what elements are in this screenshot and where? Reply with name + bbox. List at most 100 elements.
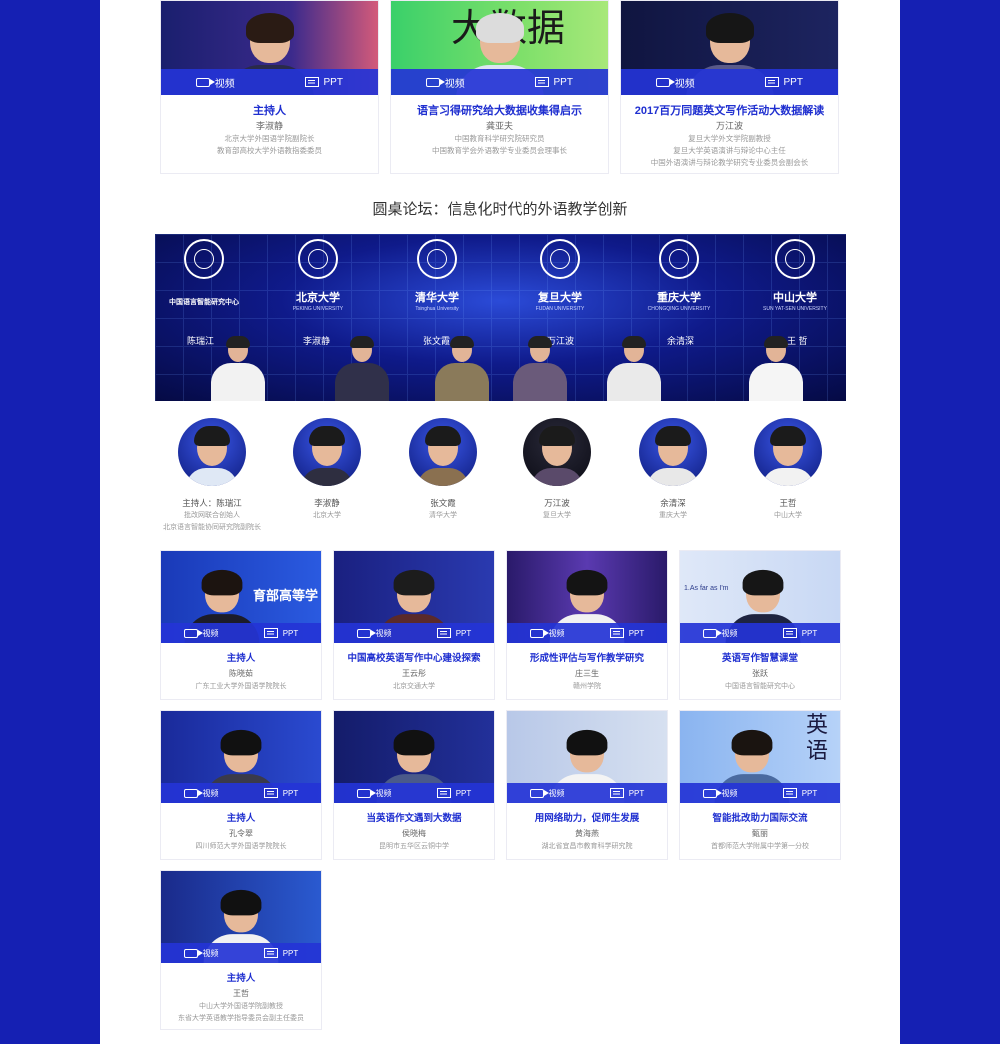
panelist-profile[interactable]: 万江波 复旦大学 xyxy=(502,418,612,522)
panelist-profile[interactable]: 张文霞 清华大学 xyxy=(388,418,498,522)
talk-title[interactable]: 中国高校英语写作中心建设探索 xyxy=(334,651,494,667)
panelist-name: 万江波 xyxy=(544,498,570,508)
talk-card[interactable]: 英 语 视频 PPT 智能批改助力国际交流 甄丽 首都师范大学附属中学第一分校 xyxy=(679,710,841,860)
media-bar: 视频 PPT xyxy=(161,943,321,963)
talk-title[interactable]: 主持人 xyxy=(161,651,321,667)
ppt-button[interactable]: PPT xyxy=(414,788,494,798)
talk-card[interactable]: 大数据 视频 PPT 语言习得研究给大数据收集得启示 龚亚夫 中国教育科学研究院… xyxy=(390,0,609,174)
talk-card[interactable]: 视频 PPT 用网络助力，促师生发展 黄海燕 湖北省宜昌市教育科学研究院 xyxy=(506,710,668,860)
ppt-button[interactable]: PPT xyxy=(760,788,840,798)
panelist-figure xyxy=(435,336,489,401)
talk-title[interactable]: 语言习得研究给大数据收集得启示 xyxy=(391,103,608,119)
video-button[interactable]: 视频 xyxy=(161,948,241,959)
talk-card[interactable]: 1.As far as I'm 视频 PPT 英语写作智慧课堂 张跃 中国语言智… xyxy=(679,550,841,700)
talk-card[interactable]: 育部高等学 视频 PPT 主持人 陈晓茹 广东工业大学外国语学院院长 xyxy=(160,550,322,700)
video-icon xyxy=(702,628,722,638)
speaker-desc: 昆明市五华区云铜中学 xyxy=(379,843,449,850)
talk-title[interactable]: 2017百万同题英文写作活动大数据解读 xyxy=(621,103,838,119)
video-button[interactable]: 视频 xyxy=(507,788,587,799)
ppt-button[interactable]: PPT xyxy=(270,77,379,88)
talk-title[interactable]: 英语写作智慧课堂 xyxy=(680,651,840,667)
panelist-desc: 重庆大学 xyxy=(659,512,687,519)
talk-card[interactable]: 视频 PPT 2017百万同题英文写作活动大数据解读 万江波 复旦大学外文学院副… xyxy=(620,0,839,174)
speaker-photo: 视频 PPT xyxy=(334,711,494,803)
ppt-button[interactable]: PPT xyxy=(241,788,321,798)
university-logo: 清华大学 Tsinghua University xyxy=(387,239,487,312)
seal-icon xyxy=(540,239,580,279)
video-button[interactable]: 视频 xyxy=(334,628,414,639)
ppt-button[interactable]: PPT xyxy=(241,628,321,638)
video-button[interactable]: 视频 xyxy=(161,628,241,639)
speaker-photo: 视频 PPT xyxy=(161,871,321,963)
speaker-photo: 视频 PPT xyxy=(161,1,378,95)
speaker-photo: 育部高等学 视频 PPT xyxy=(161,551,321,643)
talk-title[interactable]: 当英语作文遇到大数据 xyxy=(334,811,494,827)
media-bar: 视频 PPT xyxy=(680,783,840,803)
video-button[interactable]: 视频 xyxy=(161,788,241,799)
panelist-desc: 批改网联合创始人 xyxy=(184,512,240,519)
media-bar: 视频 PPT xyxy=(621,69,838,95)
ppt-icon xyxy=(263,788,278,798)
talk-card[interactable]: 视频 PPT 主持人 王哲 中山大学外国语学院副教授 东省大学英语教学指导委员会… xyxy=(160,870,322,1030)
ppt-button[interactable]: PPT xyxy=(414,628,494,638)
speaker-name: 万江波 xyxy=(715,121,743,131)
speaker-desc: 广东工业大学外国语学院院长 xyxy=(195,683,287,690)
media-bar: 视频 PPT xyxy=(507,783,667,803)
speaker-desc: 中国教育科学研究院研究员 xyxy=(454,134,545,143)
media-bar: 视频 PPT xyxy=(507,623,667,643)
video-button[interactable]: 视频 xyxy=(507,628,587,639)
video-button[interactable]: 视频 xyxy=(391,75,500,90)
video-button[interactable]: 视频 xyxy=(161,75,270,90)
video-button[interactable]: 视频 xyxy=(621,75,730,90)
panelist-name: 主持人：陈瑞江 xyxy=(182,498,242,508)
talk-card[interactable]: 视频 PPT 中国高校英语写作中心建设探索 王云彤 北京交通大学 xyxy=(333,550,495,700)
ppt-button[interactable]: PPT xyxy=(500,77,609,88)
panelist-profile[interactable]: 李淑静 北京大学 xyxy=(272,418,382,522)
panelist-label: 余清深 xyxy=(667,336,695,346)
video-button[interactable]: 视频 xyxy=(680,788,760,799)
talk-title[interactable]: 主持人 xyxy=(161,103,378,119)
talk-card[interactable]: 视频 PPT 主持人 孔令翠 四川师范大学外国语学院院长 xyxy=(160,710,322,860)
video-button[interactable]: 视频 xyxy=(680,628,760,639)
slide-text: 育部高等学 xyxy=(253,588,319,603)
panelist-figure xyxy=(749,336,803,401)
talk-title[interactable]: 用网络助力，促师生发展 xyxy=(507,811,667,827)
content-page: 视频 PPT 主持人 李淑静 北京大学外国语学院副院长 教育部高校大学外语教指委… xyxy=(100,0,900,1044)
media-bar: 视频 PPT xyxy=(334,783,494,803)
ppt-button[interactable]: PPT xyxy=(241,948,321,958)
panelist-desc: 复旦大学 xyxy=(543,512,571,519)
slide-text: 1.As far as I'm xyxy=(684,585,729,592)
talk-title[interactable]: 形成性评估与写作教学研究 xyxy=(507,651,667,667)
media-bar: 视频 PPT xyxy=(680,623,840,643)
speaker-name: 庄三生 xyxy=(575,669,599,678)
seal-icon xyxy=(298,239,338,279)
speaker-name: 李淑静 xyxy=(255,121,283,131)
ppt-icon xyxy=(263,628,278,638)
panelist-desc: 中山大学 xyxy=(774,512,802,519)
media-bar: 视频 PPT xyxy=(161,623,321,643)
talk-title[interactable]: 主持人 xyxy=(161,811,321,827)
speaker-name: 王云彤 xyxy=(402,669,426,678)
video-button[interactable]: 视频 xyxy=(334,788,414,799)
panelist-profile[interactable]: 主持人：陈瑞江 批改网联合创始人 北京语言智能协同研究院副院长 xyxy=(157,418,267,534)
ppt-icon xyxy=(609,628,624,638)
talk-card[interactable]: 视频 PPT 当英语作文遇到大数据 侯晓梅 昆明市五华区云铜中学 xyxy=(333,710,495,860)
talk-card[interactable]: 视频 PPT 主持人 李淑静 北京大学外国语学院副院长 教育部高校大学外语教指委… xyxy=(160,0,379,174)
speaker-desc: 教育部高校大学外语教指委委员 xyxy=(217,146,322,155)
panelist-profile[interactable]: 王哲 中山大学 xyxy=(733,418,843,522)
ppt-button[interactable]: PPT xyxy=(587,788,667,798)
video-icon xyxy=(356,628,376,638)
speaker-desc: 北京交通大学 xyxy=(393,683,435,690)
panelist-desc: 北京语言智能协同研究院副院长 xyxy=(163,524,261,531)
talk-card[interactable]: 视频 PPT 形成性评估与写作教学研究 庄三生 赣州学院 xyxy=(506,550,668,700)
forum-title: 圆桌论坛：信息化时代的外语教学创新 xyxy=(372,201,628,218)
ppt-button[interactable]: PPT xyxy=(587,628,667,638)
talk-title[interactable]: 主持人 xyxy=(161,971,321,987)
talk-title[interactable]: 智能批改助力国际交流 xyxy=(680,811,840,827)
avatar xyxy=(639,418,707,486)
panelist-profile[interactable]: 余清深 重庆大学 xyxy=(618,418,728,522)
panelist-name: 王哲 xyxy=(779,498,797,508)
ppt-button[interactable]: PPT xyxy=(760,628,840,638)
ppt-button[interactable]: PPT xyxy=(730,77,839,88)
speaker-photo: 大数据 视频 PPT xyxy=(391,1,608,95)
